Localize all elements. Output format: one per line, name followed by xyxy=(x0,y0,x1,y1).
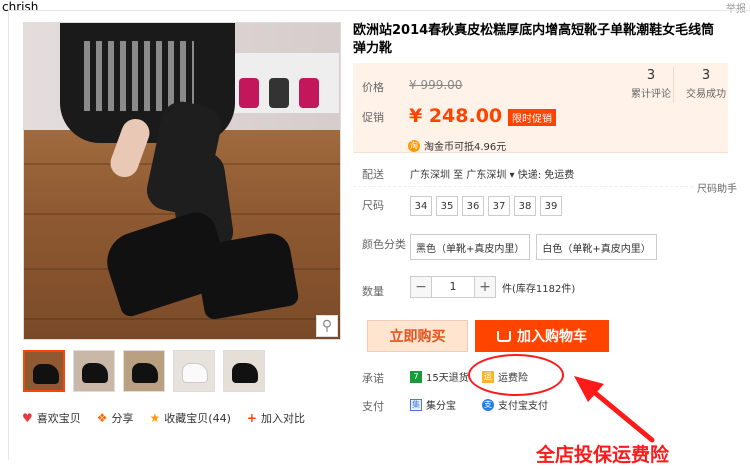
annotation-arrow xyxy=(574,376,655,443)
annotation-callout: 全店投保运费险 xyxy=(536,444,670,466)
